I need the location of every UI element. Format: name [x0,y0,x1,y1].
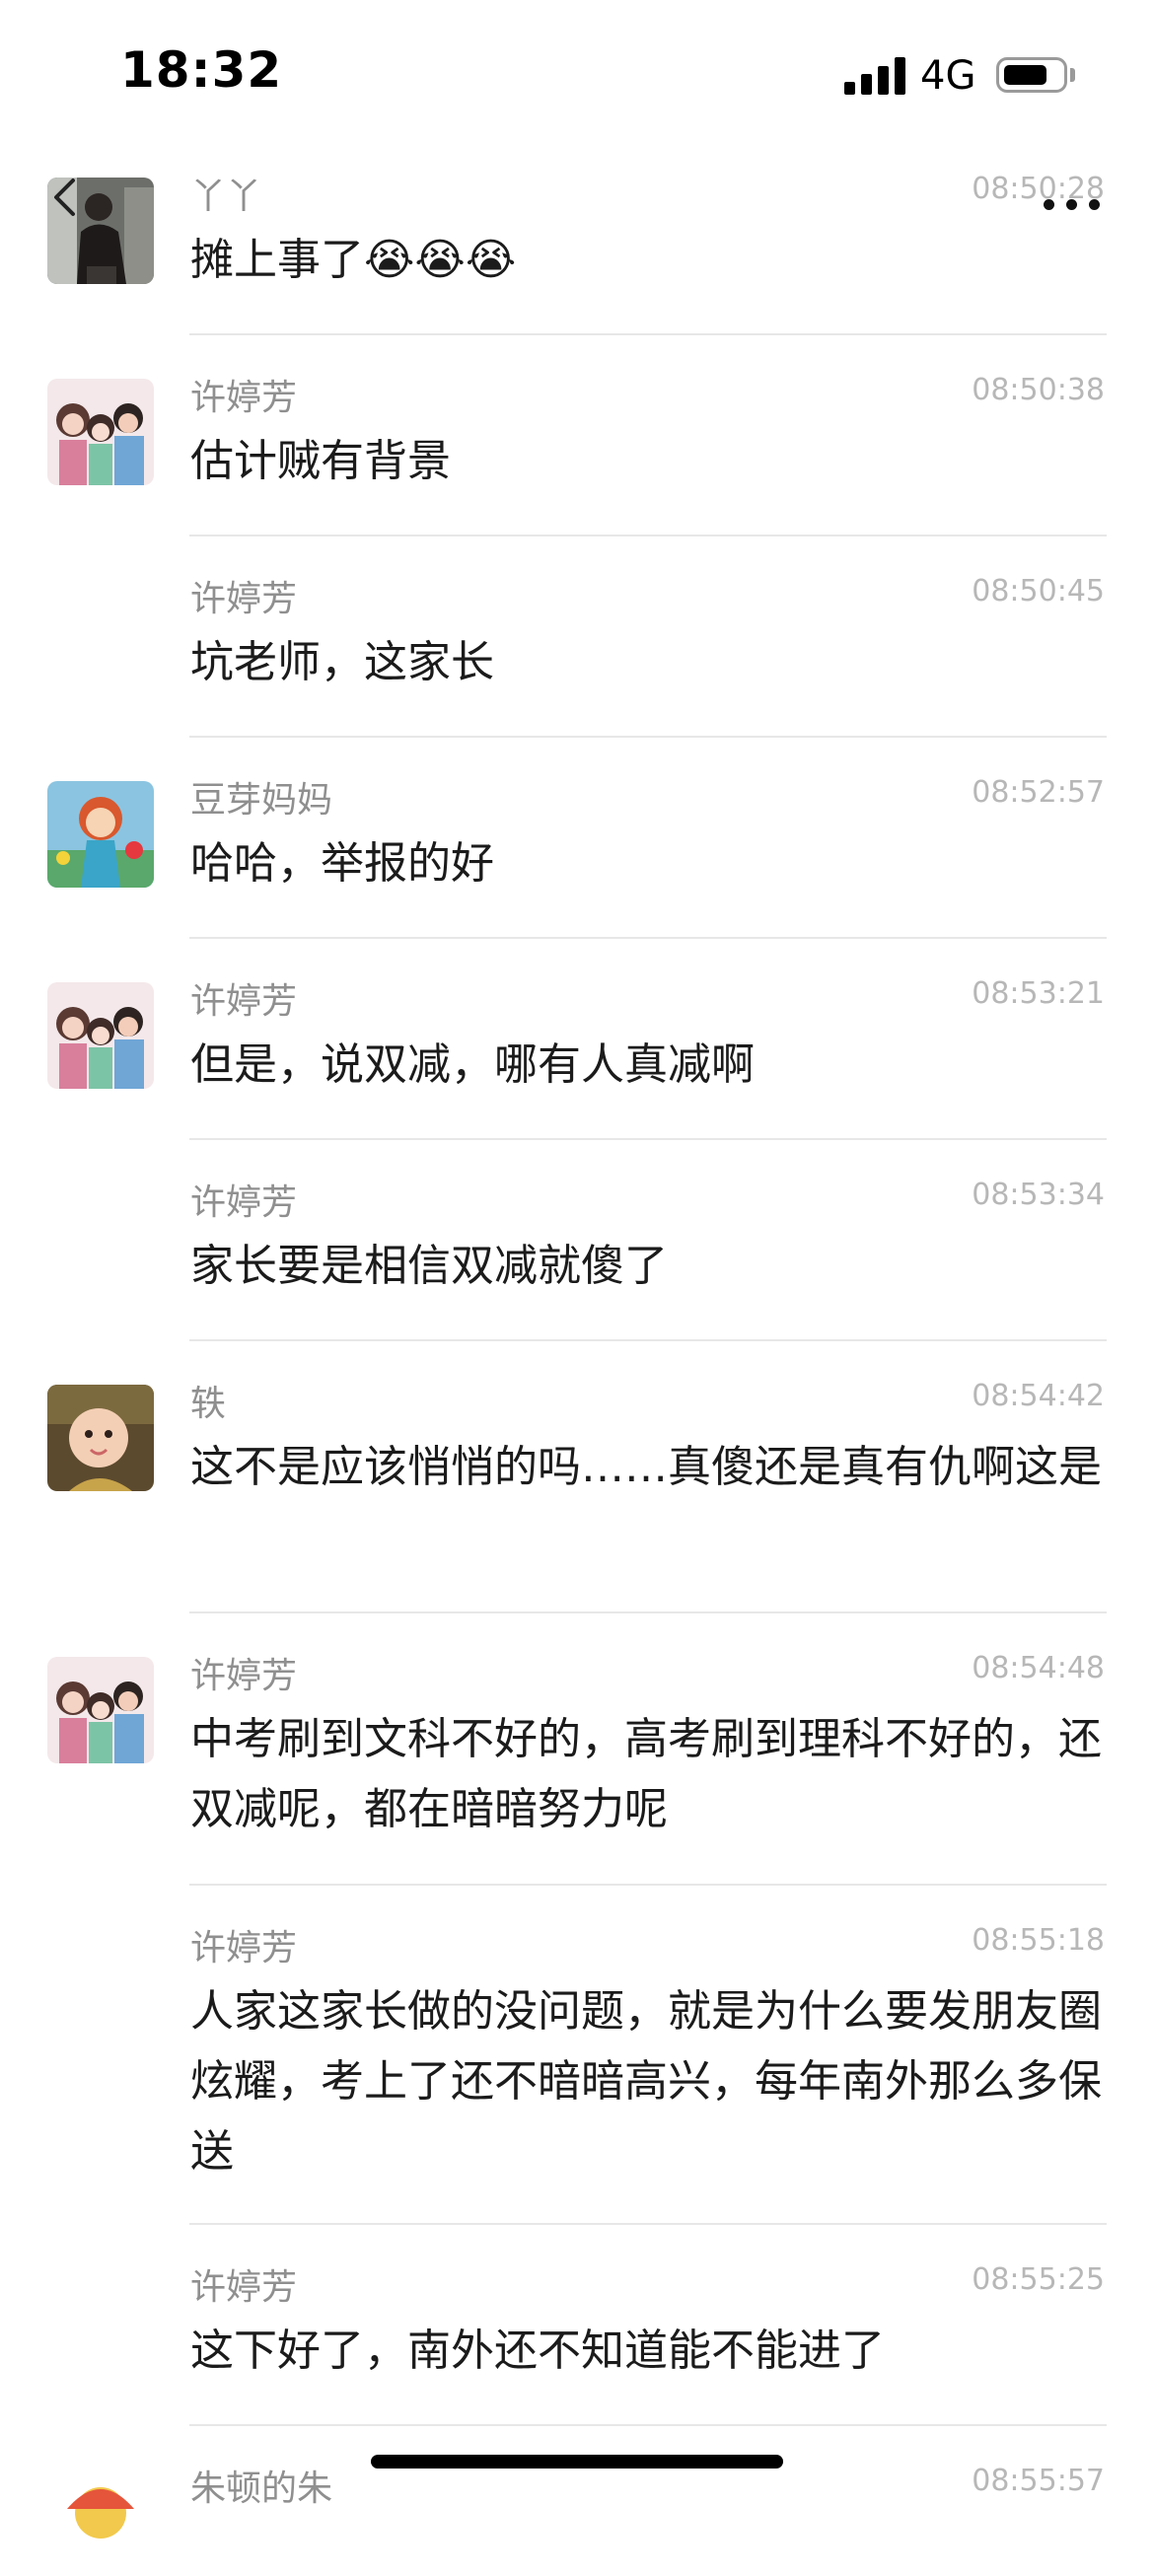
message-item: 丫丫 08:50:28 摊上事了😭😭😭 [0,168,1154,335]
message-item: 许婷芳 08:50:45 坑老师，这家长 [0,537,1154,738]
back-icon[interactable] [49,178,79,217]
message-item: 许婷芳 08:53:21 但是，说双减，哪有人真减啊 [0,939,1154,1140]
more-options-icon[interactable] [1044,197,1101,213]
message-time: 08:53:34 [972,1178,1105,1212]
message-item: 朱顿的朱 08:55:57 [0,2426,1154,2576]
message-time: 08:52:57 [972,775,1105,810]
message-text: 摊上事了😭😭😭 [190,235,517,285]
sender-name: 许婷芳 [190,1928,298,1968]
sender-name: 许婷芳 [190,1656,298,1696]
message-text: 坑老师，这家长 [190,637,494,687]
message-time: 08:55:57 [972,2464,1105,2498]
family-cartoon-avatar[interactable] [47,982,154,1089]
cartoon-avatar[interactable] [47,2469,154,2576]
message-item: 许婷芳 08:50:38 估计贼有背景 [0,335,1154,537]
home-indicator[interactable] [371,2455,783,2469]
sender-name: 许婷芳 [190,378,298,418]
baby-photo-avatar[interactable] [47,1385,154,1491]
message-text: 人家这家长做的没问题，就是为什么要发朋友圈炫耀，考上了还不暗暗高兴，每年南外那么… [190,1986,1102,2177]
sender-name: 许婷芳 [190,579,298,619]
signal-strength-icon [844,57,905,95]
message-text: 家长要是相信双减就傻了 [190,1241,668,1291]
message-time: 08:50:45 [972,574,1105,608]
message-time: 08:50:38 [972,373,1105,407]
family-cartoon-avatar[interactable] [47,379,154,485]
message-item: 轶 08:54:42 这不是应该悄悄的吗……真傻还是真有仇啊这是 [0,1341,1154,1613]
message-text: 中考刷到文科不好的，高考刷到理科不好的，还双减呢，都在暗暗努力呢 [190,1714,1102,1834]
sender-name: 轶 [190,1384,227,1424]
message-item: 豆芽妈妈 08:52:57 哈哈，举报的好 [0,738,1154,939]
status-time: 18:32 [120,41,283,99]
sender-name: 许婷芳 [190,981,298,1022]
message-text: 哈哈，举报的好 [190,838,494,889]
message-item: 许婷芳 08:55:25 这下好了，南外还不知道能不能进了 [0,2225,1154,2426]
message-item: 许婷芳 08:55:18 人家这家长做的没问题，就是为什么要发朋友圈炫耀，考上了… [0,1886,1154,2225]
sender-name: 豆芽妈妈 [190,780,333,821]
message-item: 许婷芳 08:54:48 中考刷到文科不好的，高考刷到理科不好的，还双减呢，都在… [0,1613,1154,1886]
message-text: 这下好了，南外还不知道能不能进了 [190,2326,885,2376]
message-item: 许婷芳 08:53:34 家长要是相信双减就傻了 [0,1140,1154,1341]
battery-icon [996,57,1067,93]
family-cartoon-avatar[interactable] [47,1657,154,1763]
chat-message-list[interactable]: 丫丫 08:50:28 摊上事了😭😭😭 许婷芳 08:50:38 估计贼有背景 … [0,168,1154,2576]
message-time: 08:55:25 [972,2262,1105,2297]
message-text: 但是，说双减，哪有人真减啊 [190,1039,755,1090]
message-time: 08:54:48 [972,1651,1105,1685]
sender-name: 许婷芳 [190,2267,298,2308]
sender-name: 丫丫 [190,177,262,217]
message-text: 这不是应该悄悄的吗……真傻还是真有仇啊这是 [190,1442,1102,1492]
network-type: 4G [920,53,976,99]
message-time: 08:54:42 [972,1379,1105,1413]
sender-name: 朱顿的朱 [190,2469,333,2509]
message-text: 估计贼有背景 [190,436,451,486]
message-time: 08:53:21 [972,976,1105,1011]
girl-cartoon-avatar[interactable] [47,781,154,888]
status-bar: 18:32 4G [0,0,1154,148]
message-time: 08:55:18 [972,1923,1105,1958]
sender-name: 许婷芳 [190,1182,298,1223]
